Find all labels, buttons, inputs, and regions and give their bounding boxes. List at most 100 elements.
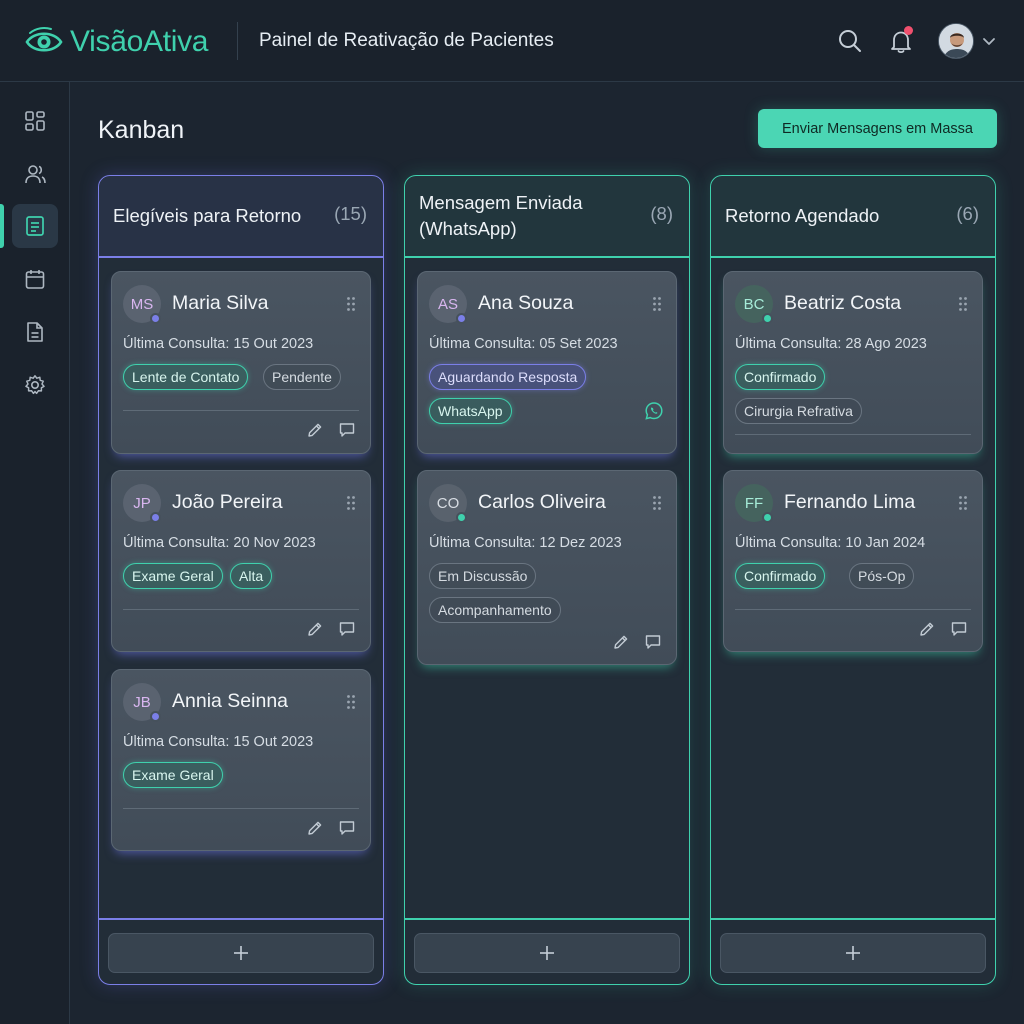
app-header: VisãoAtiva Painel de Reativação de Pacie…: [0, 0, 1024, 82]
patient-name: Annia Seinna: [172, 690, 289, 712]
comment-icon[interactable]: [338, 819, 356, 837]
gear-icon: [25, 375, 45, 395]
drag-handle-icon[interactable]: [652, 495, 662, 511]
drag-handle-icon[interactable]: [652, 296, 662, 312]
board-icon: [26, 216, 44, 236]
chevron-down-icon[interactable]: [982, 34, 996, 48]
tag[interactable]: Confirmado: [735, 364, 826, 390]
patient-card[interactable]: CO Carlos Oliveira Última Consulta: 12 D…: [417, 470, 677, 665]
plus-icon: [846, 946, 860, 960]
notification-badge: [904, 26, 913, 35]
card-divider: [123, 410, 359, 411]
patient-card[interactable]: FF Fernando Lima Última Consulta: 10 Jan…: [723, 470, 983, 652]
column-count: (8): [650, 203, 673, 224]
comment-icon[interactable]: [644, 633, 662, 651]
drag-handle-icon[interactable]: [346, 495, 356, 511]
bulk-message-button[interactable]: Enviar Mensagens em Massa: [758, 109, 997, 148]
card-divider: [735, 609, 971, 610]
tag[interactable]: Acompanhamento: [429, 597, 561, 623]
drag-handle-icon[interactable]: [958, 495, 968, 511]
patient-name: Maria Silva: [172, 292, 269, 314]
plus-icon: [540, 946, 554, 960]
whatsapp-icon[interactable]: [644, 401, 664, 421]
sidebar-item-kanban[interactable]: [12, 204, 58, 248]
comment-icon[interactable]: [338, 421, 356, 439]
calendar-icon: [25, 270, 45, 289]
drag-handle-icon[interactable]: [346, 694, 356, 710]
edit-icon[interactable]: [306, 421, 324, 439]
edit-icon[interactable]: [612, 633, 630, 651]
patient-name: Beatriz Costa: [784, 292, 902, 314]
comment-icon[interactable]: [950, 620, 968, 638]
column-title: Elegíveis para Retorno: [113, 205, 302, 226]
edit-icon[interactable]: [306, 819, 324, 837]
column-header: Elegíveis para Retorno (15): [99, 176, 383, 258]
add-card-button[interactable]: [108, 933, 374, 973]
status-dot: [150, 313, 161, 324]
users-icon: [25, 165, 46, 184]
last-visit: Última Consulta: 10 Jan 2024: [735, 535, 926, 551]
column-count: (6): [956, 203, 979, 224]
patient-card[interactable]: AS Ana Souza Última Consulta: 05 Set 202…: [417, 271, 677, 454]
kanban-column-message-sent: Mensagem Enviada (WhatsApp) (8) AS Ana S…: [404, 175, 690, 985]
tag[interactable]: Alta: [230, 563, 273, 589]
tag[interactable]: Exame Geral: [123, 563, 223, 589]
status-dot: [150, 711, 161, 722]
tag[interactable]: Confirmado: [735, 563, 826, 589]
sidebar-item-calendar[interactable]: [12, 257, 58, 301]
tag[interactable]: Em Discussão: [429, 563, 537, 589]
status-dot: [762, 313, 773, 324]
patient-card[interactable]: JP João Pereira Última Consulta: 20 Nov …: [111, 470, 371, 652]
status-dot: [150, 512, 161, 523]
sidebar-item-patients[interactable]: [12, 152, 58, 196]
sidebar: [0, 82, 70, 1024]
edit-icon[interactable]: [918, 620, 936, 638]
kanban-column-scheduled: Retorno Agendado (6) BC Beatriz Costa Úl…: [710, 175, 996, 985]
tag[interactable]: Lente de Contato: [123, 364, 249, 390]
column-header: Retorno Agendado (6): [711, 176, 995, 258]
sidebar-item-settings[interactable]: [12, 363, 58, 407]
patient-name: Carlos Oliveira: [478, 491, 606, 513]
column-title: Retorno Agendado: [725, 205, 880, 226]
card-divider: [123, 808, 359, 809]
drag-handle-icon[interactable]: [958, 296, 968, 312]
document-icon: [27, 322, 43, 342]
patient-name: João Pereira: [172, 491, 283, 513]
edit-icon[interactable]: [306, 620, 324, 638]
patient-card[interactable]: MS Maria Silva Última Consulta: 15 Out 2…: [111, 271, 371, 454]
last-visit: Última Consulta: 12 Dez 2023: [429, 535, 622, 551]
comment-icon[interactable]: [338, 620, 356, 638]
header-divider: [237, 22, 238, 60]
tag[interactable]: Aguardando Resposta: [429, 364, 587, 390]
add-card-button[interactable]: [414, 933, 680, 973]
sidebar-item-dashboard[interactable]: [12, 99, 58, 143]
patient-name: Ana Souza: [478, 292, 574, 314]
tag[interactable]: WhatsApp: [429, 398, 512, 424]
patient-name: Fernando Lima: [784, 491, 916, 513]
tag[interactable]: Exame Geral: [123, 762, 223, 788]
last-visit: Última Consulta: 15 Out 2023: [123, 336, 314, 352]
drag-handle-icon[interactable]: [346, 296, 356, 312]
status-dot: [456, 512, 467, 523]
search-icon[interactable]: [836, 27, 864, 55]
brand-logo[interactable]: VisãoAtiva: [24, 24, 209, 60]
add-card-button[interactable]: [720, 933, 986, 973]
column-title: Mensagem Enviada: [419, 192, 583, 213]
column-header: Mensagem Enviada (WhatsApp) (8): [405, 176, 689, 258]
patient-card[interactable]: JB Annia Seinna Última Consulta: 15 Out …: [111, 669, 371, 851]
user-avatar[interactable]: [938, 23, 974, 59]
kanban-column-eligible: Elegíveis para Retorno (15) MS Maria Sil…: [98, 175, 384, 985]
sidebar-item-documents[interactable]: [12, 310, 58, 354]
grid-icon: [25, 111, 45, 131]
column-footer: [405, 918, 689, 984]
card-divider: [123, 609, 359, 610]
page-header-title: Painel de Reativação de Pacientes: [259, 30, 554, 51]
tag[interactable]: Pendente: [263, 364, 341, 390]
eye-logo-icon: [25, 27, 63, 52]
column-count: (15): [334, 203, 367, 224]
column-footer: [99, 918, 383, 984]
status-dot: [456, 313, 467, 324]
patient-card[interactable]: BC Beatriz Costa Última Consulta: 28 Ago…: [723, 271, 983, 454]
tag[interactable]: Cirurgia Refrativa: [735, 398, 862, 424]
tag[interactable]: Pós-Op: [849, 563, 915, 589]
